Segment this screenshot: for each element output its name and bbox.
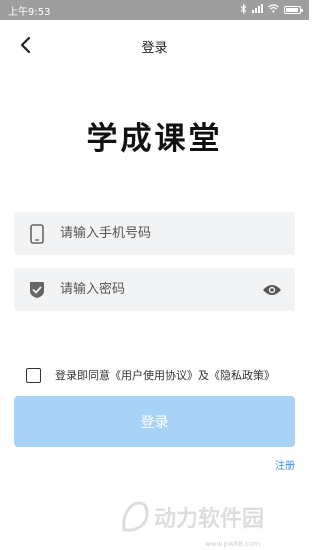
nav-bar: 登录: [0, 20, 309, 70]
watermark-url: www.pw88.com: [205, 540, 261, 548]
user-agreement-link[interactable]: 《用户使用协议》: [110, 367, 198, 383]
watermark-text: 动力软件园: [154, 507, 265, 532]
eye-icon: [263, 284, 281, 295]
app-title: 学成课堂: [86, 121, 223, 157]
privacy-policy-link[interactable]: 《隐私政策》: [209, 367, 275, 383]
phone-icon: [14, 223, 60, 244]
battery-icon: [284, 6, 303, 14]
agreement-and: 及: [198, 369, 209, 382]
status-icons: [240, 3, 303, 17]
shield-check-icon: [14, 281, 60, 299]
status-time: 上午9:53: [8, 6, 51, 18]
login-button[interactable]: 登录: [14, 396, 295, 447]
password-visibility-toggle[interactable]: [249, 284, 295, 296]
agreement-checkbox[interactable]: [26, 367, 41, 383]
page-title: 登录: [141, 41, 168, 56]
status-bar: 上午9:53: [0, 0, 309, 20]
password-field[interactable]: [14, 268, 295, 311]
phone-input[interactable]: [60, 212, 295, 255]
register-link[interactable]: 注册: [275, 457, 295, 472]
watermark: 动力软件园: [120, 500, 264, 534]
phone-field[interactable]: [14, 212, 295, 255]
bluetooth-icon: [240, 3, 247, 17]
agreement-prefix: 登录即同意: [55, 369, 110, 382]
password-input[interactable]: [60, 268, 249, 311]
agreement-row: 登录即同意 《用户使用协议》 及 《隐私政策》: [26, 366, 275, 384]
wifi-icon: [268, 4, 279, 16]
watermark-logo-icon: [122, 501, 149, 532]
signal-icon: [252, 4, 263, 16]
